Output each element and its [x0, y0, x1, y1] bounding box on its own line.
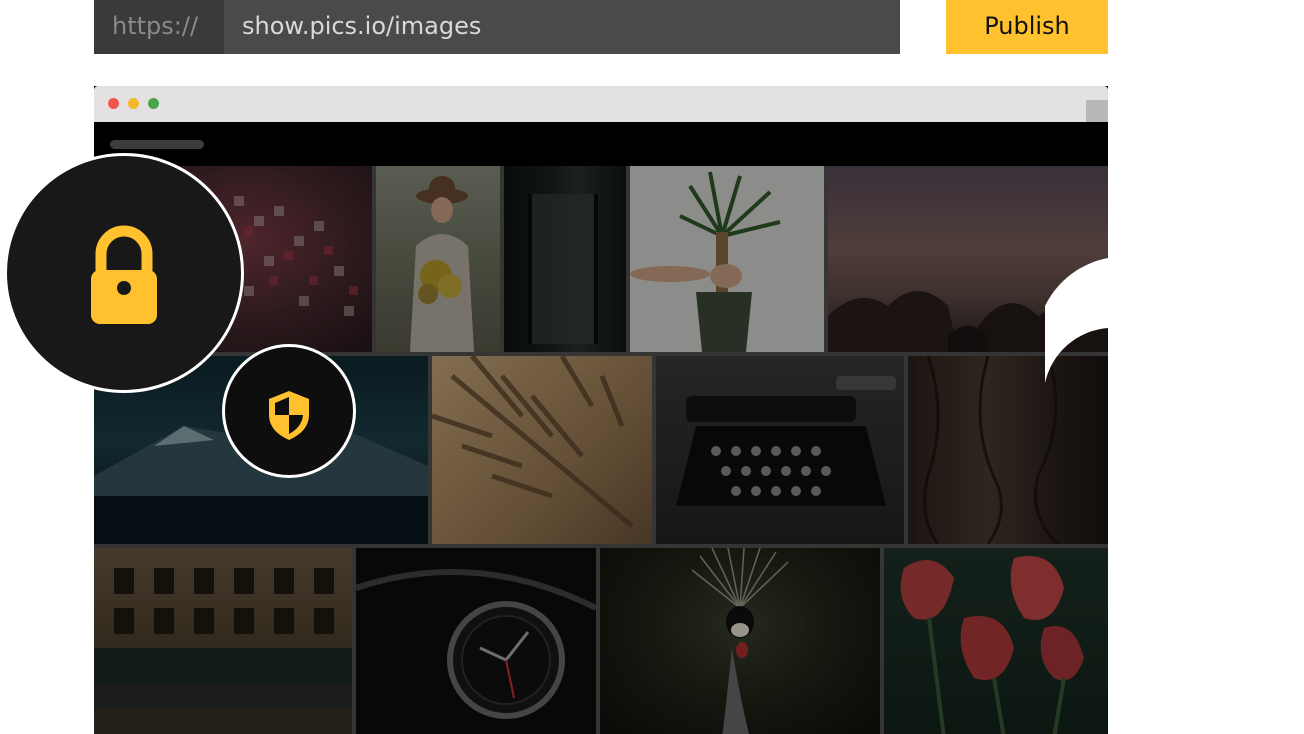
gallery-image-car-dashboard-clock[interactable]	[356, 548, 596, 734]
gallery-image-red-tulips[interactable]	[884, 548, 1108, 734]
dashboard-clock	[356, 569, 596, 719]
gallery-image-paris-storefront[interactable]	[94, 548, 352, 734]
scrollbar[interactable]	[1086, 100, 1108, 122]
plant-in-pot	[630, 171, 781, 352]
lock-badge	[4, 153, 244, 393]
close-window-dot[interactable]	[108, 98, 119, 109]
window-frame	[528, 194, 598, 344]
gallery-image-crowned-crane[interactable]	[600, 548, 880, 734]
shield-icon	[269, 391, 309, 440]
tulips	[900, 556, 1084, 734]
gallery-image-hand-holding-plant[interactable]	[630, 166, 824, 352]
lock-icon	[91, 225, 157, 324]
woman-figure	[410, 176, 474, 352]
url-input[interactable]: show.pics.io/images	[224, 0, 900, 54]
publish-button[interactable]: Publish	[946, 0, 1108, 54]
decorative-badge-arc	[1045, 258, 1108, 383]
site-header	[94, 122, 1108, 166]
site-logo-placeholder	[110, 140, 204, 149]
shield-badge	[222, 344, 356, 478]
bark-texture	[923, 356, 1060, 544]
typewriter	[676, 376, 896, 506]
gallery-image-palm-shadow[interactable]	[432, 356, 652, 544]
gallery-image-woman-with-flowers[interactable]	[376, 166, 500, 352]
gallery-image-tree-bark[interactable]	[908, 356, 1108, 544]
gallery-image-city-window[interactable]	[504, 166, 626, 352]
maximize-window-dot[interactable]	[148, 98, 159, 109]
gallery-image-typewriter[interactable]	[656, 356, 904, 544]
url-protocol-prefix: https://	[94, 0, 224, 54]
browser-titlebar	[94, 86, 1108, 122]
share-url-bar: https:// show.pics.io/images	[94, 0, 900, 54]
minimize-window-dot[interactable]	[128, 98, 139, 109]
palm-frond-shadow	[432, 356, 634, 528]
building-facade	[94, 568, 352, 734]
crane-bird	[691, 548, 789, 734]
